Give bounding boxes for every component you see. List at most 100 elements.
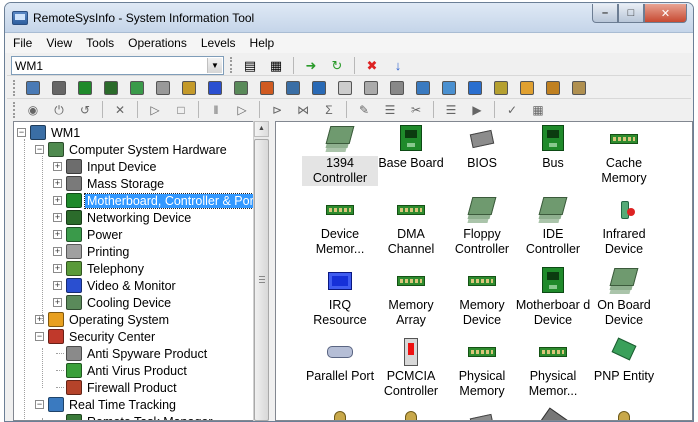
device-item[interactable] (304, 408, 376, 420)
device-item[interactable]: Device Memor... (304, 195, 376, 257)
tree-icon[interactable] (128, 79, 146, 97)
bag-icon[interactable] (518, 79, 536, 97)
tree-node[interactable]: + Input Device (53, 158, 158, 175)
collapse-icon[interactable]: − (35, 332, 44, 341)
device-item[interactable] (588, 408, 660, 420)
device-item[interactable]: Cache Memory (588, 124, 660, 186)
device-item[interactable]: Base Board (375, 124, 447, 171)
expand-icon[interactable]: + (53, 213, 62, 222)
tree-node[interactable]: − Real Time Tracking (35, 396, 178, 413)
restart-icon[interactable]: ↺ (76, 101, 94, 119)
expand-icon[interactable]: + (53, 196, 62, 205)
collapse-icon[interactable]: − (17, 128, 26, 137)
expand-icon[interactable]: + (53, 298, 62, 307)
stop-square-icon[interactable]: □ (172, 101, 190, 119)
expand-icon[interactable]: + (53, 230, 62, 239)
skip-icon[interactable]: ⊳ (268, 101, 286, 119)
scissors-icon[interactable]: ✂ (407, 101, 425, 119)
printer-icon[interactable] (154, 79, 172, 97)
scroll-up-icon[interactable]: ▲ (254, 121, 269, 137)
window-icon[interactable] (440, 79, 458, 97)
stop-icon[interactable]: ✖ (363, 56, 381, 74)
tree-node[interactable]: + Printing (53, 243, 131, 260)
tree-node[interactable]: + Operating System (35, 311, 171, 328)
device-item[interactable]: PNP Entity (588, 337, 660, 384)
device-item[interactable]: On Board Device (588, 266, 660, 328)
device-item[interactable]: Motherboar d Device (516, 266, 590, 328)
tree-node[interactable]: Anti Spyware Product (56, 345, 209, 362)
tree-node[interactable]: Firewall Product (56, 379, 179, 396)
tree-node[interactable]: + Telephony (53, 260, 146, 277)
device-item[interactable]: Memory Device (446, 266, 518, 328)
expand-icon[interactable]: + (53, 179, 62, 188)
doc-icon[interactable] (336, 79, 354, 97)
face-icon[interactable] (258, 79, 276, 97)
minimize-button[interactable]: – (592, 4, 618, 23)
monitor-icon[interactable] (284, 79, 302, 97)
cancel-icon[interactable]: ✕ (111, 101, 129, 119)
pen-icon[interactable] (180, 79, 198, 97)
network-icon[interactable]: ▦ (267, 56, 285, 74)
refresh-green-icon[interactable]: ↻ (328, 56, 346, 74)
device-item[interactable]: Infrared Device (588, 195, 660, 257)
device-item[interactable] (446, 408, 518, 420)
device-item[interactable]: Floppy Controller (446, 195, 518, 257)
list-icon[interactable]: ☰ (381, 101, 399, 119)
menu-levels[interactable]: Levels (193, 33, 242, 53)
docs-icon[interactable] (362, 79, 380, 97)
expand-icon[interactable]: + (53, 247, 62, 256)
info-icon[interactable]: ↓ (389, 56, 407, 74)
board-icon[interactable] (76, 79, 94, 97)
cpu-icon[interactable] (50, 79, 68, 97)
tree-node[interactable]: − Security Center (35, 328, 157, 345)
menu-operations[interactable]: Operations (120, 33, 193, 53)
device-item[interactable] (375, 408, 447, 420)
device-item[interactable] (517, 407, 589, 420)
play-circle-icon[interactable]: ▶ (468, 101, 486, 119)
expand-icon[interactable]: + (53, 162, 62, 171)
collapse-icon[interactable]: − (35, 145, 44, 154)
close-button[interactable]: ✕ (644, 4, 687, 23)
pause-icon[interactable]: ‖ (207, 101, 225, 119)
minus-icon[interactable] (206, 79, 224, 97)
user-icon[interactable] (414, 79, 432, 97)
device-item[interactable]: PCMCIA Controller (375, 337, 447, 399)
calc-icon[interactable]: ▦ (529, 101, 547, 119)
collapse-icon[interactable]: − (35, 400, 44, 409)
tree-scrollbar[interactable]: ▲ (253, 121, 269, 421)
tree-node[interactable]: Anti Virus Product (56, 362, 189, 379)
print-doc-icon[interactable] (388, 79, 406, 97)
cube-icon[interactable] (466, 79, 484, 97)
record-icon[interactable]: ◉ (24, 101, 42, 119)
scrollbar-thumb[interactable] (254, 139, 269, 421)
maximize-button[interactable]: □ (618, 4, 644, 23)
menu-view[interactable]: View (38, 33, 78, 53)
menu-help[interactable]: Help (242, 33, 281, 53)
transfer-icon[interactable] (310, 79, 328, 97)
check-icon[interactable]: ✓ (503, 101, 521, 119)
category-tree[interactable]: − WM1− Computer System Hardware + Input Devi… (13, 121, 267, 421)
gear-box-icon[interactable] (492, 79, 510, 97)
computer-icon[interactable] (24, 79, 42, 97)
device-item[interactable]: DMA Channel (375, 195, 447, 257)
device-item[interactable]: Parallel Port (304, 337, 376, 384)
tree-node[interactable]: Remote Task Manager (66, 413, 215, 420)
sum-icon[interactable]: Σ (320, 101, 338, 119)
title-bar[interactable]: RemoteSysInfo - System Information Tool … (5, 3, 693, 33)
end-icon[interactable]: ⋈ (294, 101, 312, 119)
menu-file[interactable]: File (5, 33, 38, 53)
app-icon[interactable] (570, 79, 588, 97)
device-item[interactable]: IDE Controller (517, 195, 589, 257)
tree-node[interactable]: + Mass Storage (53, 175, 166, 192)
tree-node[interactable]: + Networking Device (53, 209, 193, 226)
tree-node[interactable]: + Video & Monitor (53, 277, 178, 294)
expand-icon[interactable]: + (53, 281, 62, 290)
play-icon[interactable]: ▷ (146, 101, 164, 119)
tree-node[interactable]: + Motherboard, Controller & Port (53, 192, 261, 209)
device-item[interactable]: Bus (517, 124, 589, 171)
gear-icon[interactable] (544, 79, 562, 97)
tree-node[interactable]: − WM1 (17, 124, 82, 141)
tree-node[interactable]: + Power (53, 226, 124, 243)
power-icon[interactable]: ⏻ (50, 101, 68, 119)
edit-icon[interactable]: ✎ (355, 101, 373, 119)
